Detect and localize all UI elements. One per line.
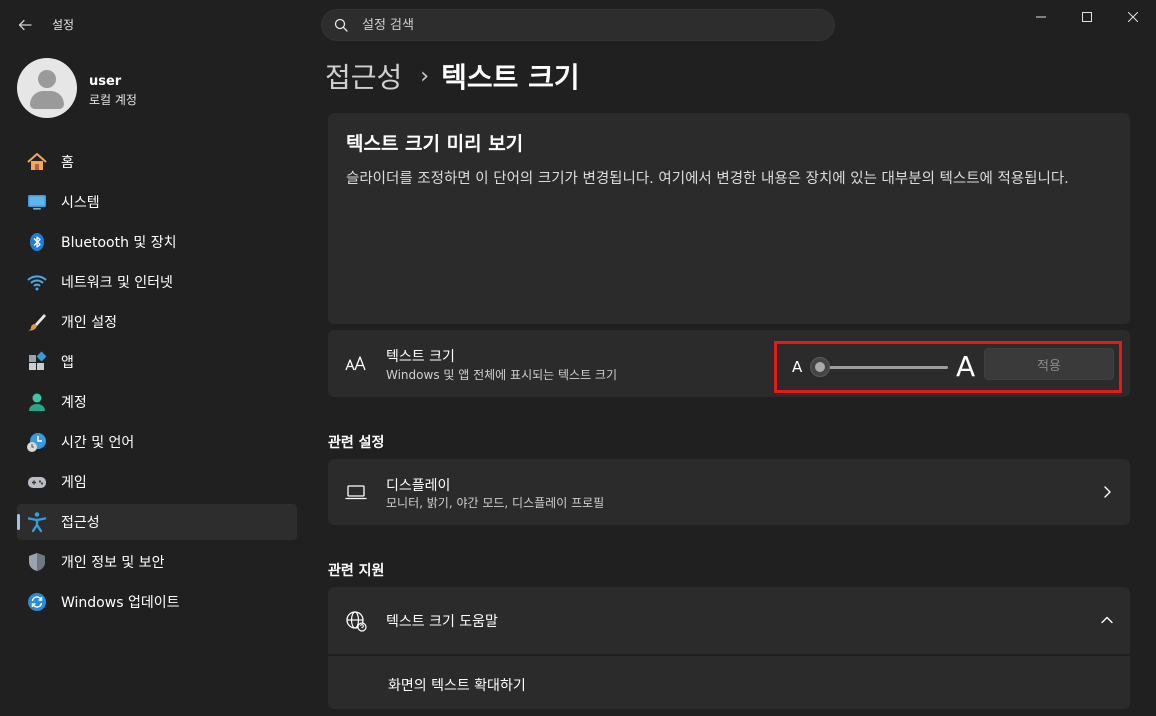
sidebar-item-apps[interactable]: 앱 [17, 344, 297, 380]
help-expanded-panel: 화면의 텍스트 확대하기 [328, 655, 1130, 709]
sidebar-item-label: 개인 설정 [61, 315, 117, 331]
sidebar-item-system[interactable]: 시스템 [17, 184, 297, 220]
sidebar-item-windows-update[interactable]: Windows 업데이트 [17, 584, 297, 620]
text-size-icon [345, 356, 366, 371]
sidebar-item-label: 시스템 [61, 195, 100, 211]
profile-account-type: 로컬 계정 [89, 93, 137, 107]
profile-name: user [89, 74, 122, 89]
sidebar-item-accounts[interactable]: 계정 [17, 384, 297, 420]
sidebar-item-bluetooth[interactable]: Bluetooth 및 장치 [17, 224, 297, 260]
page-title: 텍스트 크기 [441, 61, 580, 94]
app-title: 설정 [52, 18, 75, 32]
apply-button[interactable]: 적용 [984, 348, 1114, 380]
brush-icon [26, 311, 48, 333]
text-size-title: 텍스트 크기 [386, 349, 455, 365]
window-controls [1018, 0, 1156, 34]
update-icon [26, 591, 48, 613]
sidebar-item-label: 홈 [61, 155, 74, 171]
bluetooth-icon [26, 231, 48, 253]
avatar [17, 58, 77, 118]
text-size-slider[interactable] [818, 366, 948, 369]
display-settings-row[interactable]: 디스플레이 모니터, 밝기, 야간 모드, 디스플레이 프로필 [328, 459, 1130, 525]
sidebar-item-label: 네트워크 및 인터넷 [61, 275, 173, 291]
breadcrumb: 접근성 › 텍스트 크기 [325, 56, 580, 96]
text-size-preview-card: 텍스트 크기 미리 보기 슬라이더를 조정하면 이 단어의 크기가 변경됩니다.… [328, 113, 1130, 324]
related-settings-heading: 관련 설정 [328, 435, 385, 451]
chevron-right-icon [1104, 486, 1111, 498]
breadcrumb-separator: › [420, 63, 430, 89]
sidebar-item-label: 접근성 [61, 515, 100, 531]
gamepad-icon [26, 471, 48, 493]
sidebar-item-label: 개인 정보 및 보안 [61, 555, 165, 571]
shield-icon [26, 551, 48, 573]
related-support-heading: 관련 지원 [328, 563, 385, 579]
search-box[interactable] [321, 9, 835, 41]
sidebar-item-network[interactable]: 네트워크 및 인터넷 [17, 264, 297, 300]
sidebar-nav: 홈 시스템 Bluetooth 및 장치 네트워크 및 인터넷 개인 설정 앱 [17, 144, 297, 624]
maximize-icon [1082, 12, 1092, 22]
minimize-button[interactable] [1018, 0, 1064, 34]
monitor-icon [26, 191, 48, 213]
sidebar-item-home[interactable]: 홈 [17, 144, 297, 180]
breadcrumb-parent[interactable]: 접근성 [325, 56, 402, 96]
wifi-icon [26, 271, 48, 293]
home-icon [26, 151, 48, 173]
close-button[interactable] [1110, 0, 1156, 34]
accessibility-icon [26, 511, 48, 533]
sidebar-item-label: 시간 및 언어 [61, 435, 135, 451]
laptop-icon [345, 485, 367, 500]
sidebar-item-accessibility[interactable]: 접근성 [17, 504, 297, 540]
slider-min-label: A [792, 358, 803, 376]
slider-thumb[interactable] [810, 357, 830, 377]
maximize-button[interactable] [1064, 0, 1110, 34]
minimize-icon [1036, 16, 1046, 18]
text-size-description: Windows 및 앱 전체에 표시되는 텍스트 크기 [386, 368, 618, 382]
apps-icon [26, 351, 48, 373]
display-title: 디스플레이 [386, 478, 451, 494]
sidebar-item-personalization[interactable]: 개인 설정 [17, 304, 297, 340]
preview-text: 슬라이더를 조정하면 이 단어의 크기가 변경됩니다. 여기에서 변경한 내용은… [346, 171, 1069, 187]
close-icon [1128, 12, 1138, 22]
clock-globe-icon [26, 431, 48, 453]
sidebar-item-privacy-security[interactable]: 개인 정보 및 보안 [17, 544, 297, 580]
person-icon [26, 391, 48, 413]
back-button[interactable] [10, 10, 40, 40]
sidebar-item-label: Bluetooth 및 장치 [61, 235, 177, 251]
user-profile[interactable]: user 로컬 계정 [17, 58, 297, 118]
globe-help-icon [346, 611, 367, 632]
arrow-left-icon [18, 19, 32, 31]
search-icon [334, 18, 348, 32]
search-input[interactable] [362, 10, 822, 40]
sidebar-item-label: 앱 [61, 355, 74, 371]
slider-max-label: A [956, 350, 976, 383]
chevron-up-icon[interactable] [1100, 613, 1114, 627]
sidebar-item-label: 게임 [61, 475, 87, 491]
text-size-help-row[interactable]: 텍스트 크기 도움말 [328, 587, 1130, 654]
sidebar-item-gaming[interactable]: 게임 [17, 464, 297, 500]
display-description: 모니터, 밝기, 야간 모드, 디스플레이 프로필 [386, 496, 605, 510]
help-link[interactable]: 화면의 텍스트 확대하기 [388, 675, 526, 695]
help-title: 텍스트 크기 도움말 [386, 614, 498, 630]
sidebar-item-label: 계정 [61, 395, 87, 411]
sidebar-item-label: Windows 업데이트 [61, 595, 180, 611]
sidebar-item-time-language[interactable]: 시간 및 언어 [17, 424, 297, 460]
preview-title: 텍스트 크기 미리 보기 [346, 133, 524, 155]
